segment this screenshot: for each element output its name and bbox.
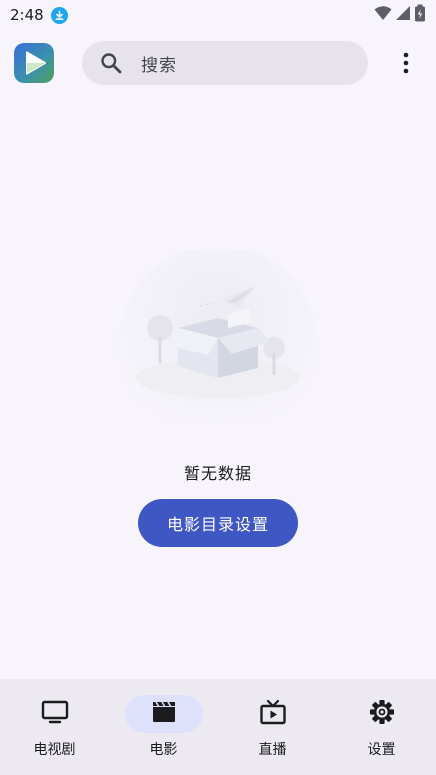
nav-pill (234, 695, 312, 733)
top-app-bar: 搜索 (0, 40, 436, 86)
status-bar: 2:48 (0, 0, 436, 30)
live-tv-icon (259, 698, 287, 730)
nav-item-settings[interactable]: 设置 (327, 679, 436, 775)
tv-icon (41, 699, 69, 729)
empty-box-illustration (100, 245, 336, 445)
nav-pill (16, 695, 94, 733)
status-time: 2:48 (10, 6, 44, 24)
movie-directory-settings-button[interactable]: 电影目录设置 (138, 499, 298, 547)
search-bar[interactable]: 搜索 (82, 41, 368, 85)
nav-pill (343, 695, 421, 733)
nav-item-movies[interactable]: 电影 (109, 679, 218, 775)
nav-pill-active (124, 695, 203, 733)
more-vert-icon[interactable] (392, 49, 420, 77)
nav-label-movies: 电影 (149, 742, 178, 758)
wifi-icon (374, 5, 392, 25)
search-input[interactable]: 搜索 (141, 51, 177, 76)
nav-label-tv-series: 电视剧 (33, 742, 76, 758)
nav-item-tv-series[interactable]: 电视剧 (0, 679, 109, 775)
play-logo-icon[interactable] (14, 43, 54, 83)
battery-icon (414, 4, 426, 26)
gear-icon (369, 699, 395, 729)
clapperboard-icon (151, 700, 177, 728)
empty-state-message: 暂无数据 (183, 464, 252, 483)
nav-item-live[interactable]: 直播 (218, 679, 327, 775)
nav-label-live: 直播 (258, 742, 287, 758)
bottom-navigation: 电视剧 电影 直播 设置 (0, 679, 436, 775)
nav-label-settings: 设置 (367, 742, 396, 758)
signal-icon (395, 5, 411, 25)
search-icon (98, 50, 124, 76)
download-icon (50, 6, 68, 24)
